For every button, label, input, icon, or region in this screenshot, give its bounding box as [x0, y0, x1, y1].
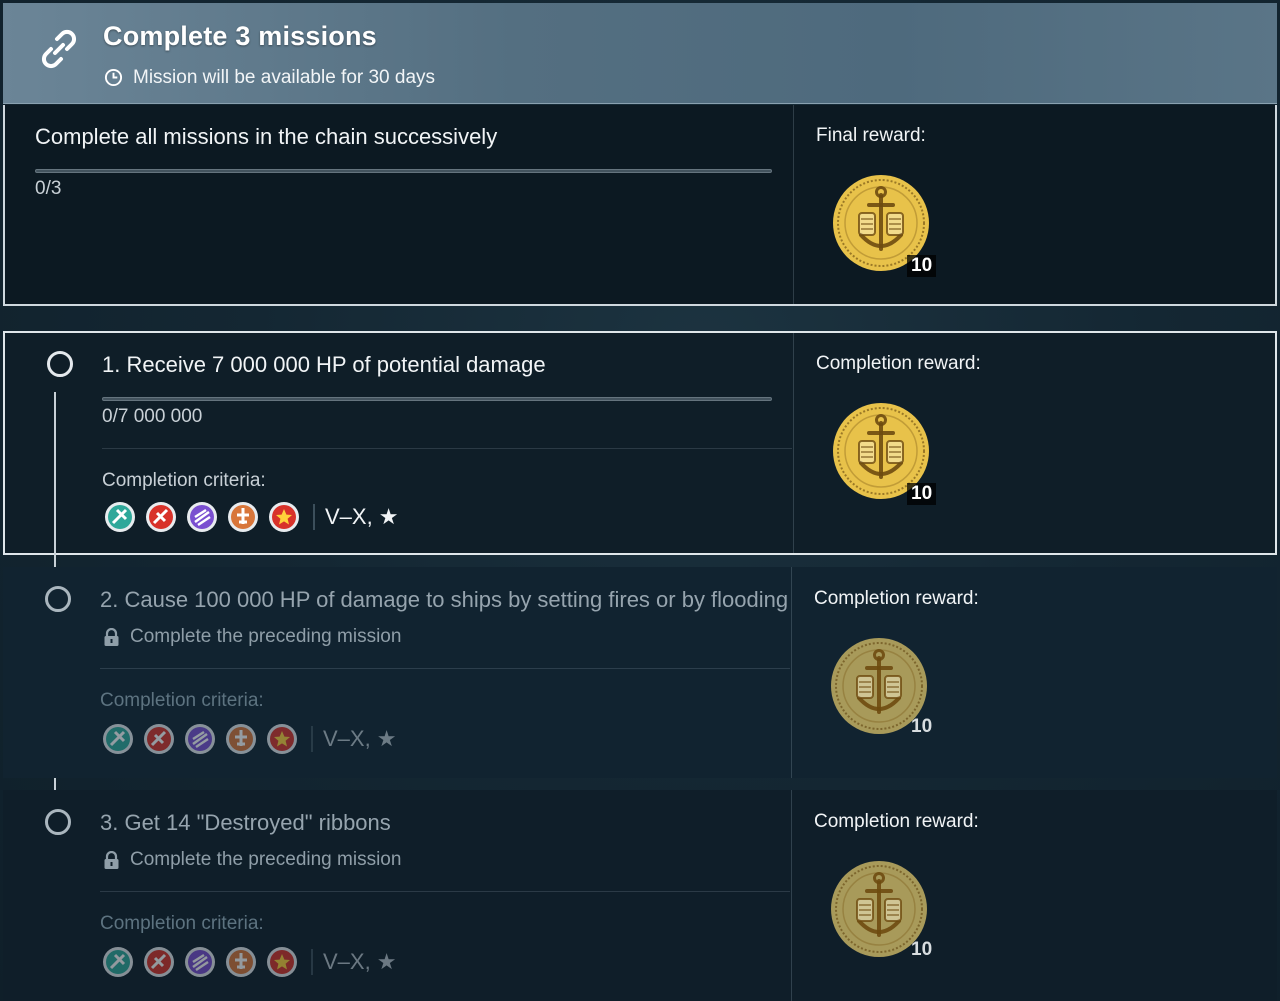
lock-text: Complete the preceding mission [130, 849, 402, 870]
aircraft-carrier-icon[interactable] [225, 723, 257, 755]
mission-1-progress-text: 0/7 000 000 [102, 406, 203, 427]
clock-icon [104, 68, 123, 87]
criteria-label: Completion criteria: [100, 690, 264, 711]
criteria-separator [311, 949, 313, 975]
mission-3-title: 3. Get 14 "Destroyed" ribbons [100, 810, 391, 835]
mission-title: Complete 3 missions [103, 21, 377, 51]
battleship-icon[interactable] [186, 501, 218, 533]
availability-text: Mission will be available for 30 days [133, 67, 436, 88]
mission-card-2[interactable]: 2. Cause 100 000 HP of damage to ships b… [3, 567, 1277, 778]
panel-divider [793, 105, 794, 304]
cruiser-icon[interactable] [143, 946, 175, 978]
lock-icon [104, 628, 119, 646]
tier-range: V–X, ★ [323, 949, 397, 974]
panel-divider [793, 333, 794, 553]
mission-status-ring [45, 809, 71, 835]
mission-2-reward-count: 10 [911, 716, 933, 737]
mission-status-ring [45, 586, 71, 612]
mission-1-reward-count: 10 [907, 483, 937, 505]
criteria-separator [313, 504, 315, 530]
mission-card-3[interactable]: 3. Get 14 "Destroyed" ribbons Complete t… [3, 790, 1277, 1001]
submarine-icon[interactable] [268, 501, 300, 533]
lock-text: Complete the preceding mission [130, 626, 402, 647]
chain-link-icon [41, 29, 77, 69]
final-reward-count: 10 [907, 255, 937, 277]
destroyer-icon[interactable] [104, 501, 136, 533]
section-divider [100, 668, 790, 669]
mission-header: Complete 3 missions Mission will be avai… [3, 3, 1277, 104]
criteria-row: V–X, ★ [102, 722, 397, 756]
chain-description: Complete all missions in the chain succe… [35, 124, 498, 149]
completion-reward-label: Completion reward: [814, 588, 979, 609]
submarine-icon[interactable] [266, 723, 298, 755]
chain-progress-text: 0/3 [35, 178, 62, 199]
criteria-separator [311, 726, 313, 752]
tier-range: V–X, ★ [323, 726, 397, 751]
mission-2-title: 2. Cause 100 000 HP of damage to ships b… [100, 587, 789, 612]
chain-progress-bar [35, 169, 772, 173]
submarine-icon[interactable] [266, 946, 298, 978]
panel-divider [791, 567, 792, 778]
criteria-label: Completion criteria: [102, 470, 266, 491]
final-reward-label: Final reward: [816, 125, 926, 146]
criteria-label: Completion criteria: [100, 913, 264, 934]
mission-1-title: 1. Receive 7 000 000 HP of potential dam… [102, 352, 546, 377]
section-divider [102, 448, 792, 449]
section-divider [100, 891, 790, 892]
mission-1-progress-bar [102, 397, 772, 401]
cruiser-icon[interactable] [145, 501, 177, 533]
panel-divider [791, 790, 792, 1001]
mission-status-ring [47, 351, 73, 377]
tier-range: V–X, ★ [325, 504, 399, 529]
criteria-row: V–X, ★ [102, 945, 397, 979]
criteria-row: V–X, ★ [104, 500, 399, 534]
destroyer-icon[interactable] [102, 946, 134, 978]
mission-3-reward-count: 10 [911, 939, 933, 960]
lock-icon [104, 851, 119, 869]
completion-reward-label: Completion reward: [816, 353, 981, 374]
battleship-icon[interactable] [184, 946, 216, 978]
completion-reward-label: Completion reward: [814, 811, 979, 832]
destroyer-icon[interactable] [102, 723, 134, 755]
chain-summary-panel: Complete all missions in the chain succe… [3, 105, 1277, 306]
chain-connector [54, 392, 56, 568]
mission-card-1[interactable]: 1. Receive 7 000 000 HP of potential dam… [3, 331, 1277, 555]
aircraft-carrier-icon[interactable] [227, 501, 259, 533]
battleship-icon[interactable] [184, 723, 216, 755]
aircraft-carrier-icon[interactable] [225, 946, 257, 978]
cruiser-icon[interactable] [143, 723, 175, 755]
